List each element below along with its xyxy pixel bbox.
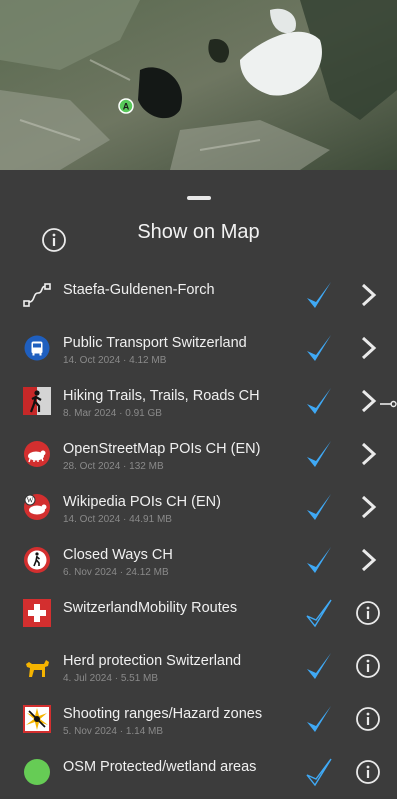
svg-text:A: A xyxy=(123,102,130,112)
chevron-right-icon[interactable] xyxy=(354,281,382,309)
layer-name: SwitzerlandMobility Routes xyxy=(63,600,238,616)
layer-row-staefa[interactable]: Staefa-Guldenen-Forch xyxy=(0,269,397,322)
layer-meta: 4. Jul 2024 · 5.51 MB xyxy=(63,673,159,684)
info-icon[interactable] xyxy=(354,705,382,733)
layer-meta: 28. Oct 2024 · 132 MB xyxy=(63,461,164,472)
protected-area-icon xyxy=(24,759,50,785)
layer-row-hiking-trails[interactable]: Hiking Trails, Trails, Roads CH 8. Mar 2… xyxy=(0,375,397,428)
route-icon xyxy=(23,283,51,307)
layer-meta: 14. Oct 2024 · 4.12 MB xyxy=(63,355,167,366)
layer-row-wikipedia-pois[interactable]: W Wikipedia POIs CH (EN) 14. Oct 2024 · … xyxy=(0,481,397,534)
checkmark-icon[interactable] xyxy=(304,650,334,684)
checkmark-outline-icon[interactable] xyxy=(304,597,334,631)
checkmark-icon[interactable] xyxy=(304,703,334,737)
layer-name: Hiking Trails, Trails, Roads CH xyxy=(63,388,260,404)
hazard-icon xyxy=(23,705,51,733)
chevron-right-icon[interactable] xyxy=(354,493,382,521)
checkmark-outline-icon[interactable] xyxy=(304,756,334,790)
layer-row-public-transport[interactable]: Public Transport Switzerland 14. Oct 202… xyxy=(0,322,397,375)
chevron-right-icon[interactable] xyxy=(354,334,382,362)
layer-name: Public Transport Switzerland xyxy=(63,335,247,351)
layers-sheet: Show on Map Staefa-Guldenen-Forch Public… xyxy=(0,170,397,796)
drag-handle[interactable] xyxy=(187,196,211,200)
layer-name: Closed Ways CH xyxy=(63,547,173,563)
layer-name: Wikipedia POIs CH (EN) xyxy=(63,494,221,510)
bus-icon xyxy=(24,335,50,361)
hiker-icon xyxy=(23,387,51,415)
layer-meta: 6. Nov 2024 · 24.12 MB xyxy=(63,567,169,578)
layer-name: Shooting ranges/Hazard zones xyxy=(63,706,263,722)
checkmark-icon[interactable] xyxy=(304,438,334,472)
layer-meta: 14. Oct 2024 · 44.91 MB xyxy=(63,514,172,525)
info-icon[interactable] xyxy=(354,758,382,786)
chevron-right-icon[interactable] xyxy=(354,387,382,415)
layer-meta: 5. Nov 2024 · 1.14 MB xyxy=(63,726,164,737)
layer-meta: 8. Mar 2024 · 0.91 GB xyxy=(63,408,162,419)
side-drag-handle-icon[interactable] xyxy=(380,400,397,408)
info-icon[interactable] xyxy=(354,652,382,680)
waypoint-marker-icon[interactable]: A xyxy=(117,97,135,115)
checkmark-icon[interactable] xyxy=(304,279,334,313)
svg-text:W: W xyxy=(27,497,34,505)
sheet-title: Show on Map xyxy=(137,221,260,243)
herd-dog-icon xyxy=(26,660,49,677)
layer-row-herd-protection[interactable]: Herd protection Switzerland 4. Jul 2024 … xyxy=(0,640,397,693)
map-view[interactable]: A xyxy=(0,0,397,170)
layer-row-closed-ways[interactable]: Closed Ways CH 6. Nov 2024 · 24.12 MB xyxy=(0,534,397,587)
satellite-imagery xyxy=(0,0,397,170)
chevron-right-icon[interactable] xyxy=(354,440,382,468)
no-pedestrian-icon xyxy=(24,547,50,573)
layer-row-switzerlandmobility[interactable]: SwitzerlandMobility Routes xyxy=(0,587,397,640)
layer-name: OpenStreetMap POIs CH (EN) xyxy=(63,441,261,457)
checkmark-icon[interactable] xyxy=(304,491,334,525)
layer-row-shooting-ranges[interactable]: Shooting ranges/Hazard zones 5. Nov 2024… xyxy=(0,693,397,746)
chevron-right-icon[interactable] xyxy=(354,546,382,574)
checkmark-icon[interactable] xyxy=(304,544,334,578)
layer-row-osm-protected[interactable]: OSM Protected/wetland areas xyxy=(0,746,397,799)
wikipedia-poi-icon: W xyxy=(24,494,50,520)
osm-poi-icon xyxy=(24,441,50,467)
swiss-cross-icon xyxy=(23,599,51,627)
layer-name: Herd protection Switzerland xyxy=(63,653,242,669)
layer-row-osm-pois[interactable]: OpenStreetMap POIs CH (EN) 28. Oct 2024 … xyxy=(0,428,397,481)
layer-name: OSM Protected/wetland areas xyxy=(63,759,257,775)
layer-name: Staefa-Guldenen-Forch xyxy=(63,282,215,298)
checkmark-icon[interactable] xyxy=(304,332,334,366)
info-icon[interactable] xyxy=(354,599,382,627)
checkmark-icon[interactable] xyxy=(304,385,334,419)
